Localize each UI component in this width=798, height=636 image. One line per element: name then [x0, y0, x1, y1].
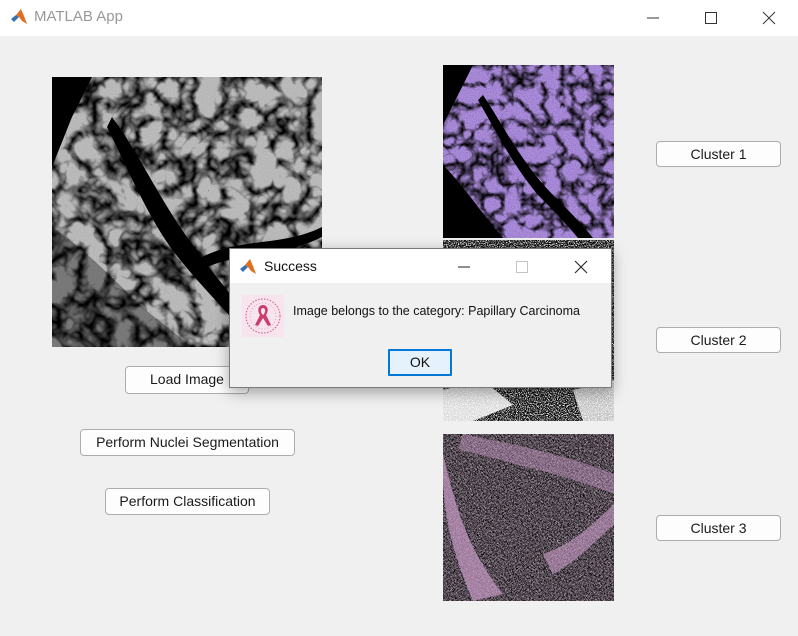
maximize-icon	[705, 12, 717, 24]
matlab-logo-icon	[10, 8, 28, 26]
window-titlebar: MATLAB App	[0, 0, 798, 36]
cluster-1-button[interactable]: Cluster 1	[656, 141, 781, 167]
maximize-icon	[516, 261, 528, 273]
dialog-minimize-button[interactable]	[444, 252, 484, 280]
close-button[interactable]	[746, 4, 792, 32]
maximize-button[interactable]	[688, 4, 734, 32]
dialog-maximize-button	[502, 252, 542, 280]
success-dialog: Success Image belongs to the category: P…	[229, 248, 612, 388]
close-icon	[762, 11, 776, 25]
dialog-titlebar[interactable]: Success	[230, 249, 611, 283]
close-icon	[574, 260, 588, 274]
dialog-message: Image belongs to the category: Papillary…	[293, 304, 580, 318]
cluster-1-image	[443, 65, 614, 238]
dialog-title: Success	[264, 258, 317, 274]
window-title: MATLAB App	[34, 8, 123, 25]
cluster-3-button[interactable]: Cluster 3	[656, 515, 781, 541]
minimize-button[interactable]	[630, 4, 676, 32]
cluster-3-image	[443, 434, 614, 601]
minimize-icon	[647, 17, 659, 19]
dialog-close-button[interactable]	[561, 252, 601, 280]
nuclei-segmentation-button[interactable]: Perform Nuclei Segmentation	[80, 429, 295, 456]
pink-ribbon-icon	[242, 295, 284, 337]
ok-button[interactable]: OK	[388, 349, 452, 376]
matlab-logo-icon	[239, 258, 257, 276]
classification-button[interactable]: Perform Classification	[105, 488, 270, 515]
minimize-icon	[458, 266, 470, 268]
cluster-2-button[interactable]: Cluster 2	[656, 327, 781, 353]
